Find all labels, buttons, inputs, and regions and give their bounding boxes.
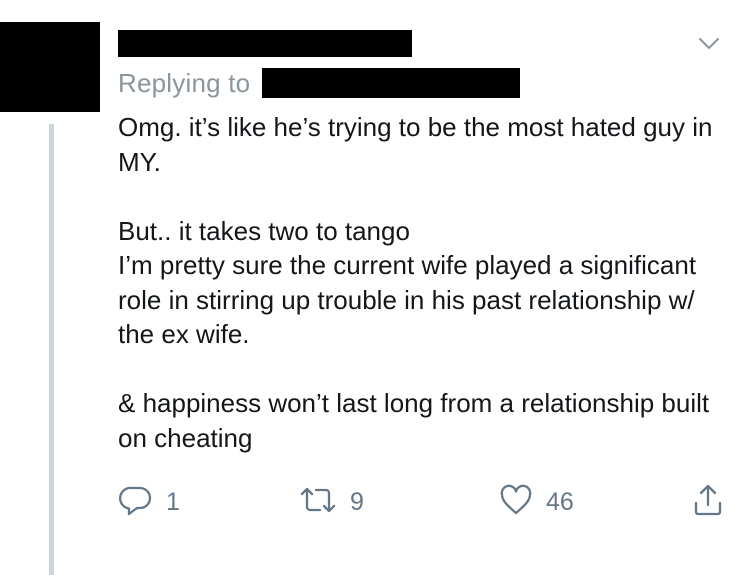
author-name-redacted[interactable] bbox=[118, 30, 412, 57]
reply-count: 1 bbox=[166, 487, 180, 516]
chevron-down-icon[interactable] bbox=[694, 32, 724, 56]
tweet-paragraph: Omg. it’s like he’s trying to be the mos… bbox=[118, 112, 713, 177]
reply-button[interactable]: 1 bbox=[118, 480, 180, 524]
thread-line bbox=[49, 124, 54, 575]
tweet-paragraph: I’m pretty sure the current wife played … bbox=[118, 250, 697, 349]
avatar-redacted[interactable] bbox=[0, 22, 100, 112]
like-button[interactable]: 46 bbox=[498, 480, 574, 524]
tweet-card: Replying to Omg. it’s like he’s trying t… bbox=[0, 0, 733, 575]
replying-to: Replying to bbox=[118, 66, 521, 100]
replying-label: Replying to bbox=[118, 67, 251, 98]
reply-icon bbox=[118, 482, 154, 523]
tweet-paragraph: & happiness won’t last long from a relat… bbox=[118, 388, 710, 453]
heart-icon bbox=[498, 482, 534, 523]
tweet-text: Omg. it’s like he’s trying to be the mos… bbox=[118, 110, 728, 455]
share-icon bbox=[690, 481, 726, 524]
retweet-count: 9 bbox=[350, 487, 364, 516]
reply-handle-redacted[interactable] bbox=[262, 68, 521, 98]
action-bar: 1 9 46 bbox=[118, 480, 728, 524]
tweet-paragraph: But.. it takes two to tango bbox=[118, 215, 410, 246]
like-count: 46 bbox=[546, 487, 574, 516]
retweet-icon bbox=[298, 482, 338, 523]
share-button[interactable] bbox=[690, 480, 726, 524]
retweet-button[interactable]: 9 bbox=[298, 480, 364, 524]
